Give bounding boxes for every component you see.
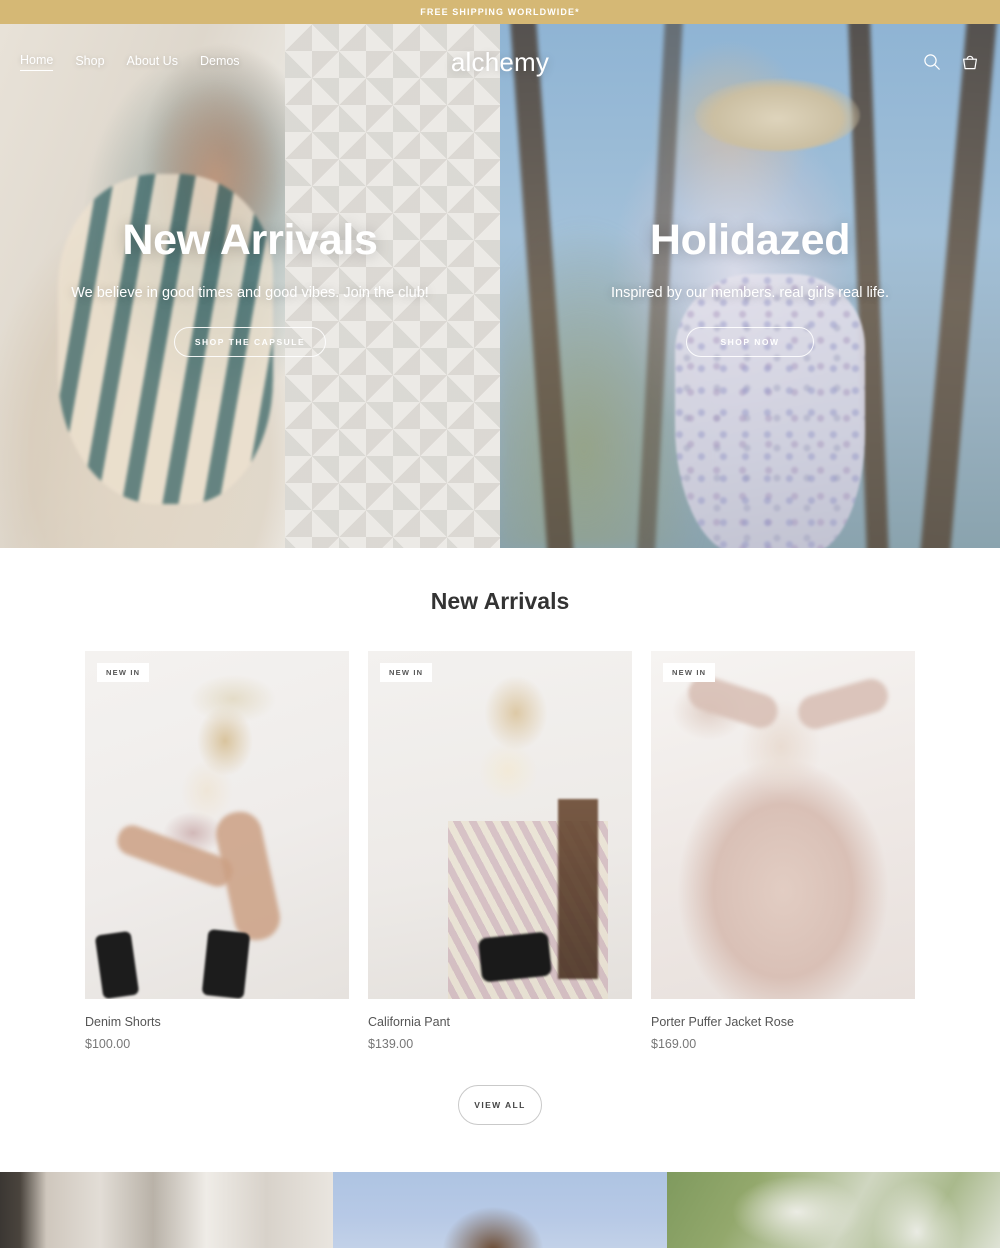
product-badge: NEW IN xyxy=(97,663,150,682)
decorative-shape xyxy=(558,799,598,979)
product-card[interactable]: NEW IN Denim Shorts $100.00 xyxy=(85,651,349,1051)
section-title: New Arrivals xyxy=(430,588,570,614)
product-badge: NEW IN xyxy=(663,663,716,682)
product-card[interactable]: NEW IN Porter Puffer Jacket Rose $169.00 xyxy=(651,651,915,1051)
product-photo xyxy=(85,651,349,999)
lookbook-panel-3[interactable] xyxy=(667,1172,1000,1248)
nav-item-home[interactable]: Home xyxy=(20,53,54,71)
hero-subtitle-left: We believe in good times and good vibes.… xyxy=(71,284,429,301)
product-price: $169.00 xyxy=(651,1037,697,1051)
header-actions xyxy=(922,52,980,72)
announcement-text: FREE SHIPPING WORLDWIDE* xyxy=(420,7,580,17)
decorative-shape xyxy=(477,931,553,983)
product-photo xyxy=(368,651,632,999)
product-price: $139.00 xyxy=(368,1037,414,1051)
lookbook-panel-1[interactable] xyxy=(0,1172,333,1248)
hero-section: New Arrivals We believe in good times an… xyxy=(0,24,1000,584)
site-logo[interactable]: alchemy xyxy=(451,47,549,78)
view-all-button[interactable]: VIEW ALL xyxy=(458,1085,542,1125)
product-image[interactable]: NEW IN xyxy=(651,651,915,999)
nav-item-shop[interactable]: Shop xyxy=(75,54,104,71)
search-icon[interactable] xyxy=(922,52,942,72)
product-price: $100.00 xyxy=(85,1037,131,1051)
hero-slides: New Arrivals We believe in good times an… xyxy=(0,24,1000,584)
product-image[interactable]: NEW IN xyxy=(368,651,632,999)
hero-slide-holidazed[interactable]: Holidazed Inspired by our members. real … xyxy=(500,24,1000,548)
hero-title-left: New Arrivals xyxy=(122,215,378,264)
product-name[interactable]: Porter Puffer Jacket Rose xyxy=(651,1015,915,1029)
hero-inset-block xyxy=(60,560,940,584)
hero-slide-new-arrivals[interactable]: New Arrivals We believe in good times an… xyxy=(0,24,500,548)
announcement-bar: FREE SHIPPING WORLDWIDE* xyxy=(0,0,1000,24)
nav-item-demos[interactable]: Demos xyxy=(200,54,240,71)
shop-the-capsule-button[interactable]: SHOP THE CAPSULE xyxy=(173,326,327,357)
hero-title-right: Holidazed xyxy=(649,215,851,264)
lookbook-panel-2[interactable] xyxy=(333,1172,667,1248)
shop-now-button[interactable]: SHOP NOW xyxy=(686,326,814,357)
decorative-shape xyxy=(794,674,892,734)
cart-icon[interactable] xyxy=(960,52,980,72)
product-image[interactable]: NEW IN xyxy=(85,651,349,999)
lookbook-strip xyxy=(0,1172,1000,1248)
new-arrivals-section: New Arrivals NEW IN Denim Shorts $100.00 xyxy=(0,560,1000,1125)
product-grid: NEW IN Denim Shorts $100.00 NEW IN Calif… xyxy=(0,651,1000,1051)
product-name[interactable]: Denim Shorts xyxy=(85,1015,349,1029)
product-card[interactable]: NEW IN California Pant $139.00 xyxy=(368,651,632,1051)
decorative-shape xyxy=(94,930,140,999)
view-all-row: VIEW ALL xyxy=(0,1085,1000,1125)
hero-content-right: Holidazed Inspired by our members. real … xyxy=(500,24,1000,548)
product-badge: NEW IN xyxy=(380,663,433,682)
product-name[interactable]: California Pant xyxy=(368,1015,632,1029)
product-photo xyxy=(651,651,915,999)
nav-item-about-us[interactable]: About Us xyxy=(127,54,178,71)
hero-subtitle-right: Inspired by our members. real girls real… xyxy=(610,284,890,301)
decorative-shape xyxy=(201,928,251,999)
site-header: Home Shop About Us Demos alchemy xyxy=(0,24,1000,100)
hero-content-left: New Arrivals We believe in good times an… xyxy=(0,24,500,548)
